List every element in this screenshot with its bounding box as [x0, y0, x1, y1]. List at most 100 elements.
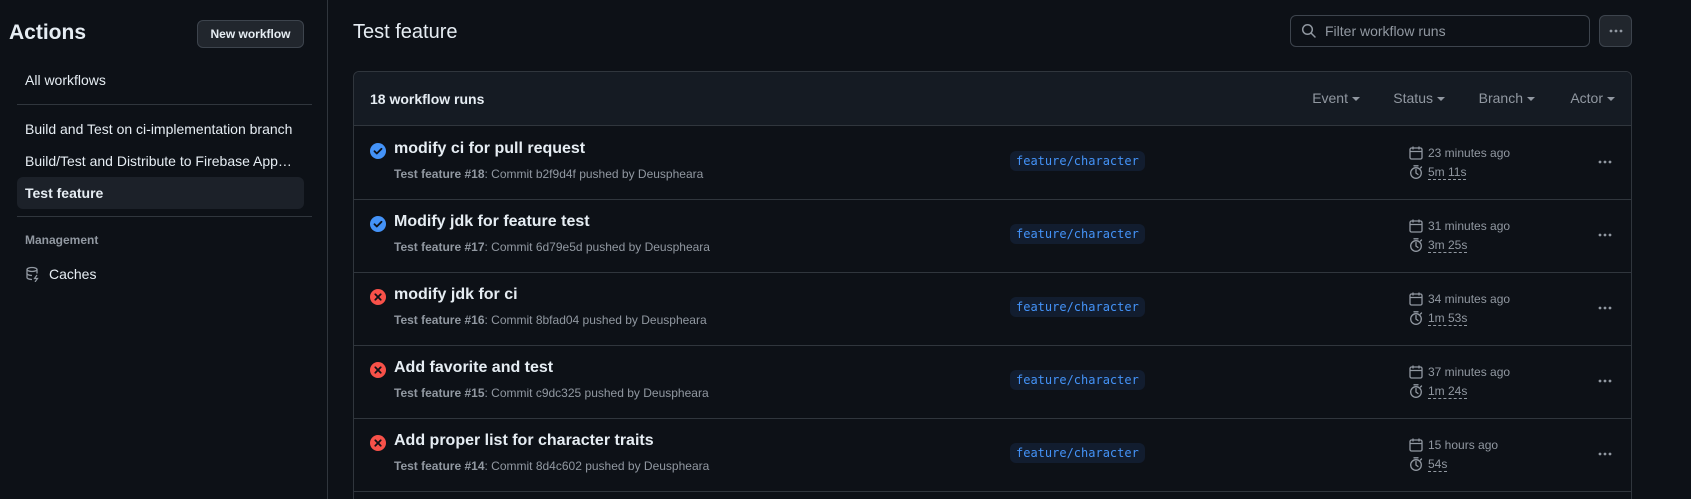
new-workflow-button[interactable]: New workflow: [197, 20, 304, 48]
duration-text: 54s: [1428, 456, 1448, 472]
stopwatch-icon: [1410, 238, 1423, 252]
time-ago-text: 15 hours ago: [1428, 438, 1499, 452]
run-options-button[interactable]: [1593, 369, 1617, 393]
caret-down-icon: [1607, 96, 1615, 101]
run-title-link[interactable]: modify ci for pull request: [394, 140, 585, 158]
run-time-ago: 15 hours ago: [1408, 437, 1498, 453]
branch-label[interactable]: feature/character: [1010, 224, 1145, 244]
run-title-link[interactable]: modify jdk for ci: [394, 286, 518, 304]
stopwatch-icon: [1410, 384, 1423, 398]
sidebar-item-label: Test feature: [25, 185, 104, 201]
run-commit-text: : Commit 8bfad04 pushed by Deuspheara: [484, 313, 707, 327]
sidebar-item-label: Build and Test on ci-implementation bran…: [25, 121, 293, 137]
workflow-runs-list: 18 workflow runs Event Status Branch Act…: [353, 71, 1632, 499]
run-time-ago: 34 minutes ago: [1408, 291, 1510, 307]
filter-runs-input[interactable]: [1325, 23, 1575, 39]
search-icon: [1301, 23, 1316, 38]
sidebar-divider: [17, 216, 312, 217]
filter-label: Status: [1393, 90, 1433, 106]
sidebar-item-build-and-test[interactable]: Build and Test on ci-implementation bran…: [17, 113, 304, 145]
check-circle-icon: [370, 143, 386, 159]
run-title-link[interactable]: Modify jdk for feature test: [394, 213, 590, 231]
run-commit-text: : Commit 8d4c602 pushed by Deuspheara: [484, 459, 710, 473]
branch-label[interactable]: feature/character: [1010, 443, 1145, 463]
run-workflow-number: Test feature #18: [394, 167, 485, 181]
calendar-icon: [1409, 146, 1423, 160]
workflow-run-row[interactable]: modify jdk for ci Test feature #16: Comm…: [354, 272, 1631, 346]
time-ago-text: 34 minutes ago: [1428, 292, 1511, 306]
time-ago-text: 23 minutes ago: [1428, 146, 1511, 160]
duration-text: 1m 24s: [1428, 383, 1468, 399]
run-options-button[interactable]: [1593, 442, 1617, 466]
run-commit-text: : Commit c9dc325 pushed by Deuspheara: [484, 386, 709, 400]
caret-down-icon: [1437, 96, 1445, 101]
sidebar-item-caches[interactable]: Caches: [17, 258, 304, 290]
calendar-icon: [1409, 292, 1423, 306]
run-meta: Test feature #15: Commit c9dc325 pushed …: [394, 386, 709, 400]
x-circle-icon: [370, 289, 386, 305]
filter-label: Branch: [1478, 90, 1523, 106]
workflow-run-row[interactable]: Add proper list for character traits Tes…: [354, 418, 1631, 492]
run-duration: 1m 24s: [1408, 383, 1468, 399]
kebab-horizontal-icon: [1598, 379, 1612, 383]
sidebar-item-all-workflows[interactable]: All workflows: [17, 64, 304, 96]
stopwatch-icon: [1410, 311, 1423, 325]
filter-label: Event: [1312, 90, 1348, 106]
run-options-button[interactable]: [1593, 296, 1617, 320]
run-workflow-number: Test feature #16: [394, 313, 485, 327]
runs-list-header: 18 workflow runs Event Status Branch Act…: [354, 72, 1631, 126]
x-circle-icon: [370, 362, 386, 378]
sidebar-item-build-test-distribute[interactable]: Build/Test and Distribute to Firebase Ap…: [17, 145, 304, 177]
more-options-button[interactable]: [1599, 15, 1632, 47]
branch-filter-dropdown[interactable]: Branch: [1479, 90, 1535, 106]
calendar-icon: [1409, 365, 1423, 379]
runs-count: 18 workflow runs: [370, 90, 485, 107]
check-circle-icon: [370, 216, 386, 232]
status-filter-dropdown[interactable]: Status: [1393, 90, 1445, 106]
branch-label[interactable]: feature/character: [1010, 370, 1145, 390]
branch-label[interactable]: feature/character: [1010, 297, 1145, 317]
sidebar-title: Actions: [9, 21, 87, 44]
caret-down-icon: [1527, 96, 1535, 101]
kebab-horizontal-icon: [1609, 29, 1622, 33]
x-circle-icon: [370, 435, 386, 451]
run-meta: Test feature #16: Commit 8bfad04 pushed …: [394, 313, 707, 327]
filter-runs-field[interactable]: [1290, 15, 1590, 47]
database-icon: [26, 266, 39, 282]
stopwatch-icon: [1410, 457, 1423, 471]
run-commit-text: : Commit b2f9d4f pushed by Deuspheara: [484, 167, 704, 181]
workflow-run-row[interactable]: modify ci for pull request Test feature …: [354, 126, 1631, 200]
run-options-button[interactable]: [1593, 150, 1617, 174]
sidebar-item-label: All workflows: [25, 72, 106, 88]
run-title-link[interactable]: Add proper list for character traits: [394, 432, 654, 450]
time-ago-text: 37 minutes ago: [1428, 365, 1511, 379]
filter-label: Actor: [1570, 90, 1603, 106]
run-title-link[interactable]: Add favorite and test: [394, 359, 553, 377]
run-time-ago: 23 minutes ago: [1408, 145, 1510, 161]
run-meta: Test feature #14: Commit 8d4c602 pushed …: [394, 459, 709, 473]
run-duration: 54s: [1408, 456, 1448, 472]
actor-filter-dropdown[interactable]: Actor: [1570, 90, 1615, 106]
run-duration: 5m 11s: [1408, 164, 1467, 180]
run-duration: 3m 25s: [1408, 237, 1468, 253]
sidebar-item-label: Caches: [49, 266, 97, 282]
branch-label[interactable]: feature/character: [1010, 151, 1145, 171]
run-duration: 1m 53s: [1408, 310, 1468, 326]
time-ago-text: 31 minutes ago: [1428, 219, 1511, 233]
run-meta: Test feature #17: Commit 6d79e5d pushed …: [394, 240, 710, 254]
calendar-icon: [1409, 219, 1423, 233]
run-commit-text: : Commit 6d79e5d pushed by Deuspheara: [484, 240, 710, 254]
run-workflow-number: Test feature #17: [394, 240, 485, 254]
duration-text: 1m 53s: [1428, 310, 1468, 326]
kebab-horizontal-icon: [1598, 306, 1612, 310]
run-options-button[interactable]: [1593, 223, 1617, 247]
sidebar-item-test-feature[interactable]: Test feature: [17, 177, 304, 209]
calendar-icon: [1409, 438, 1423, 452]
run-meta: Test feature #18: Commit b2f9d4f pushed …: [394, 167, 703, 181]
workflow-run-row[interactable]: Add favorite and test Test feature #15: …: [354, 345, 1631, 419]
duration-text: 3m 25s: [1428, 237, 1468, 253]
management-heading: Management: [25, 233, 99, 247]
workflow-run-row[interactable]: Modify jdk for feature test Test feature…: [354, 199, 1631, 273]
event-filter-dropdown[interactable]: Event: [1312, 90, 1360, 106]
run-time-ago: 31 minutes ago: [1408, 218, 1510, 234]
